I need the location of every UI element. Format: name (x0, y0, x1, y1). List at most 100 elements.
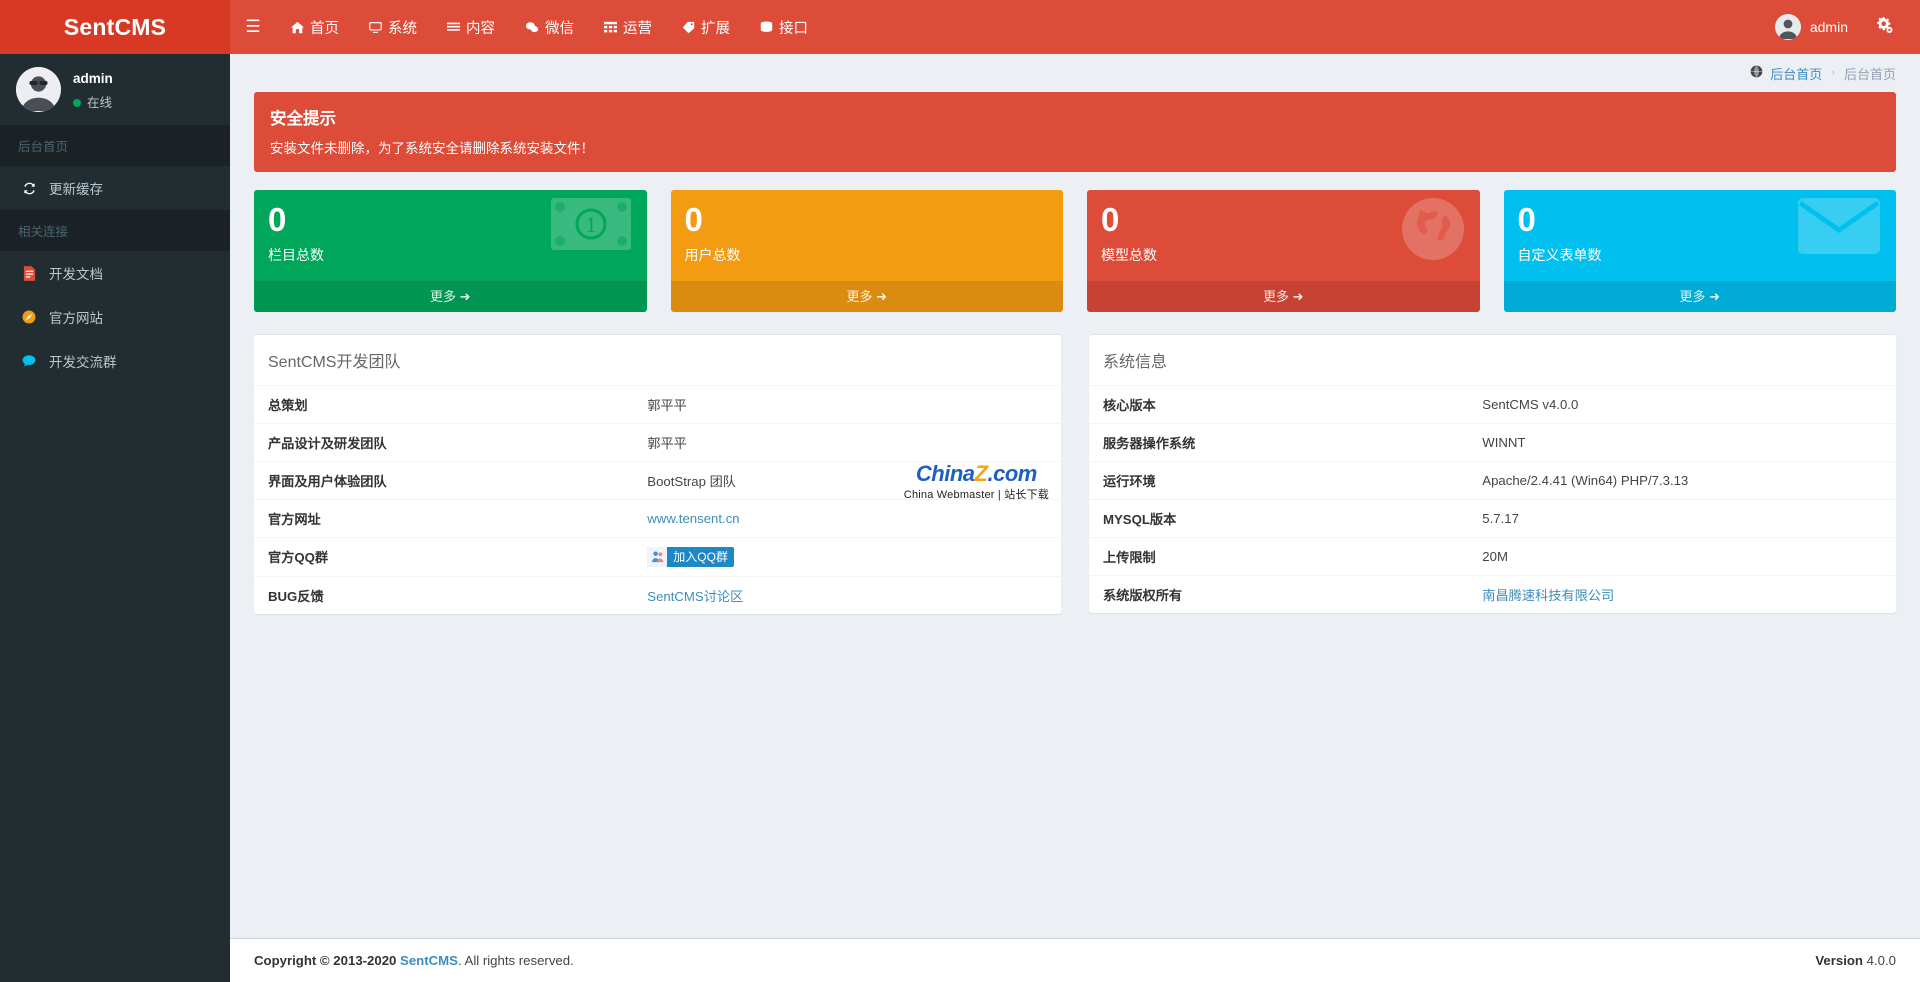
brand-title: SentCMS (63, 13, 167, 40)
nav-item-system[interactable]: 系统 (354, 0, 432, 54)
stat-card-forms-body: 0 自定义表单数 (1504, 190, 1897, 281)
stat-card-categories-more[interactable]: 更多 ➜ (254, 280, 647, 312)
comment-icon (21, 354, 37, 368)
breadcrumb: 后台首页 › 后台首页 (1750, 64, 1896, 83)
sidebar-item-official-site-label: 官方网站 (49, 311, 103, 326)
system-table: 核心版本 SentCMS v4.0.0 服务器操作系统 WINNT 运行环境 A… (1089, 386, 1896, 613)
footer-brand-link[interactable]: SentCMS (400, 953, 458, 968)
avatar (16, 67, 61, 112)
arrow-circle-right-icon: ➜ (1292, 288, 1304, 304)
table-row: MYSQL版本 5.7.17 (1089, 498, 1896, 538)
team-row-key: 官方网址 (254, 498, 634, 538)
team-panel-title: SentCMS开发团队 (254, 335, 1061, 386)
nav-item-home[interactable]: 首页 (276, 0, 354, 54)
refresh-icon (21, 181, 37, 196)
compass-icon (21, 310, 37, 324)
stat-card-models: 0 模型总数 更多 ➜ (1087, 190, 1480, 312)
breadcrumb-current: 后台首页 (1843, 66, 1896, 82)
settings-button[interactable] (1862, 0, 1906, 54)
table-row: 总策划 郭平平 (254, 386, 1061, 424)
globe-icon (1750, 65, 1763, 81)
system-panel: 系统信息 核心版本 SentCMS v4.0.0 服务器操作系统 WINNT 运… (1089, 333, 1896, 613)
svg-text:1: 1 (585, 212, 596, 237)
wechat-icon (525, 21, 539, 34)
sidebar-item-official-site[interactable]: 官方网站 (0, 295, 230, 339)
team-row-key: 总策划 (268, 397, 308, 413)
envelope-icon (1798, 198, 1880, 259)
team-row-key: BUG反馈 (254, 575, 634, 614)
team-row-value-cell: 加入QQ群 (633, 536, 1061, 577)
grid-icon (604, 21, 617, 34)
team-row-value: BootStrap 团队 (633, 460, 1061, 500)
top-navbar: SentCMS ☰ 首页 系统 内容 微信 运营 扩展 接口 admin (0, 0, 1920, 54)
footer-copyright-pre: Copyright © 2013-2020 (254, 953, 401, 968)
nav-item-interface-label: 接口 (779, 20, 808, 37)
system-row-key: 上传限制 (1089, 536, 1469, 576)
stat-card-users-body: 0 用户总数 (671, 190, 1064, 281)
table-row: 服务器操作系统 WINNT (1089, 422, 1896, 462)
join-qq-group-button[interactable]: 加入QQ群 (647, 546, 734, 567)
stat-card-categories: 0 栏目总数 1 更多 ➜ (254, 190, 647, 312)
stat-card-categories-body: 0 栏目总数 1 (254, 190, 647, 281)
stat-card-models-more[interactable]: 更多 ➜ (1087, 280, 1480, 312)
stat-card-forms: 0 自定义表单数 更多 ➜ (1503, 190, 1897, 312)
nav-item-content[interactable]: 内容 (432, 0, 510, 54)
user-menu-button[interactable]: admin (1761, 0, 1862, 54)
breadcrumb-separator: › (1831, 67, 1835, 79)
tag-icon (682, 21, 695, 34)
copyright-owner-link[interactable]: 南昌腾速科技有限公司 (1482, 588, 1614, 603)
nav-item-system-label: 系统 (388, 20, 417, 37)
sidebar-item-dev-group-label: 开发交流群 (49, 355, 117, 370)
security-alert: 安全提示 安装文件未删除，为了系统安全请删除系统安装文件！ (254, 92, 1896, 172)
stat-card-forms-more-label: 更多 (1679, 288, 1706, 304)
team-row-key: 官方QQ群 (254, 536, 634, 577)
nav-item-home-label: 首页 (310, 20, 339, 37)
database-icon (760, 20, 773, 34)
table-row: 核心版本 SentCMS v4.0.0 (1089, 386, 1896, 424)
sidebar-user-panel[interactable]: admin 在线 (0, 54, 230, 125)
stat-card-forms-more[interactable]: 更多 ➜ (1503, 280, 1896, 312)
money-icon: 1 (550, 198, 631, 255)
arrow-circle-right-icon: ➜ (1709, 288, 1721, 304)
brand-logo[interactable]: SentCMS (0, 0, 230, 54)
nav-item-wechat[interactable]: 微信 (510, 0, 589, 54)
sidebar-item-refresh-cache[interactable]: 更新缓存 (0, 166, 230, 210)
team-row-value-cell: www.tensent.cn (633, 498, 1061, 538)
nav-item-interface[interactable]: 接口 (745, 0, 823, 54)
system-row-value: 20M (1468, 536, 1896, 576)
table-row: 上传限制 20M (1089, 536, 1896, 576)
system-row-key: 系统版权所有 (1089, 574, 1469, 613)
system-row-value: WINNT (1468, 422, 1896, 462)
footer-version-label: Version (1815, 953, 1863, 968)
system-row-key: 运行环境 (1089, 460, 1469, 500)
system-panel-title: 系统信息 (1089, 335, 1896, 386)
sidebar: admin 在线 后台首页 更新缓存 相关连接 开发文档 官方网站 开发交流群 (0, 54, 230, 982)
online-status-dot (73, 98, 81, 107)
main-content: 后台首页 › 后台首页 安全提示 安装文件未删除，为了系统安全请删除系统安装文件… (230, 54, 1920, 982)
stat-card-models-body: 0 模型总数 (1087, 190, 1480, 281)
nav-item-content-label: 内容 (466, 20, 495, 37)
team-row-key: 产品设计及研发团队 (254, 422, 634, 462)
sidebar-section-header-links: 相关连接 (0, 210, 230, 251)
official-site-link[interactable]: www.tensent.cn (647, 511, 739, 526)
sidebar-toggle-button[interactable]: ☰ (230, 0, 276, 54)
hamburger-icon: ☰ (245, 17, 261, 36)
stat-card-models-more-label: 更多 (1262, 288, 1289, 304)
team-row-value: 郭平平 (633, 422, 1061, 462)
avatar (1774, 14, 1801, 40)
stat-card-users-more[interactable]: 更多 ➜ (670, 280, 1063, 312)
footer-version-value: 4.0.0 (1866, 953, 1896, 968)
nav-item-extensions[interactable]: 扩展 (667, 0, 745, 54)
sidebar-item-dev-group[interactable]: 开发交流群 (0, 339, 230, 383)
nav-item-extensions-label: 扩展 (701, 20, 730, 37)
sidebar-item-dev-docs[interactable]: 开发文档 (0, 251, 230, 295)
system-row-value: SentCMS v4.0.0 (1482, 396, 1579, 412)
nav-item-operations[interactable]: 运营 (589, 0, 667, 54)
sidebar-user-status-label: 在线 (87, 95, 113, 110)
bug-forum-link[interactable]: SentCMS讨论区 (647, 589, 743, 604)
file-text-icon (21, 265, 37, 281)
list-icon (447, 21, 460, 34)
breadcrumb-root-link[interactable]: 后台首页 (1770, 64, 1822, 83)
footer: Copyright © 2013-2020 SentCMS. All right… (230, 938, 1920, 982)
join-qq-group-label: 加入QQ群 (673, 549, 728, 564)
